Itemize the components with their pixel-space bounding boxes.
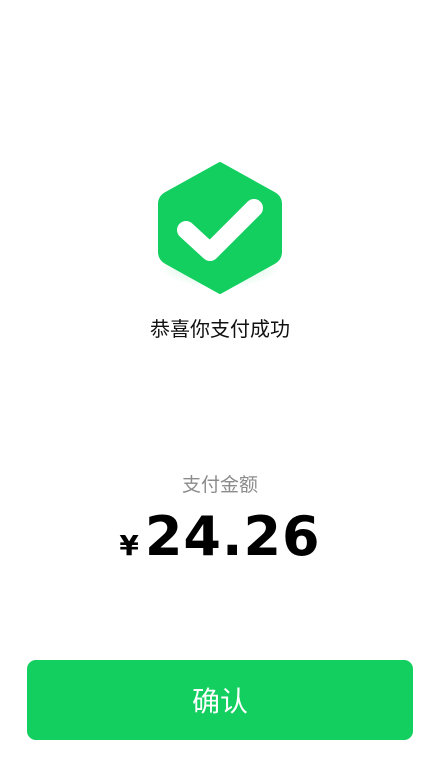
payment-amount: ¥ 24.26	[0, 502, 440, 572]
amount-label: 支付金额	[181, 474, 258, 496]
confirm-button[interactable]: 确认	[27, 660, 413, 740]
amount-value: 24.26	[144, 505, 321, 568]
check-hexagon-icon	[158, 162, 282, 298]
currency-symbol: ¥	[119, 529, 139, 562]
success-title: 恭喜你支付成功	[150, 317, 290, 341]
